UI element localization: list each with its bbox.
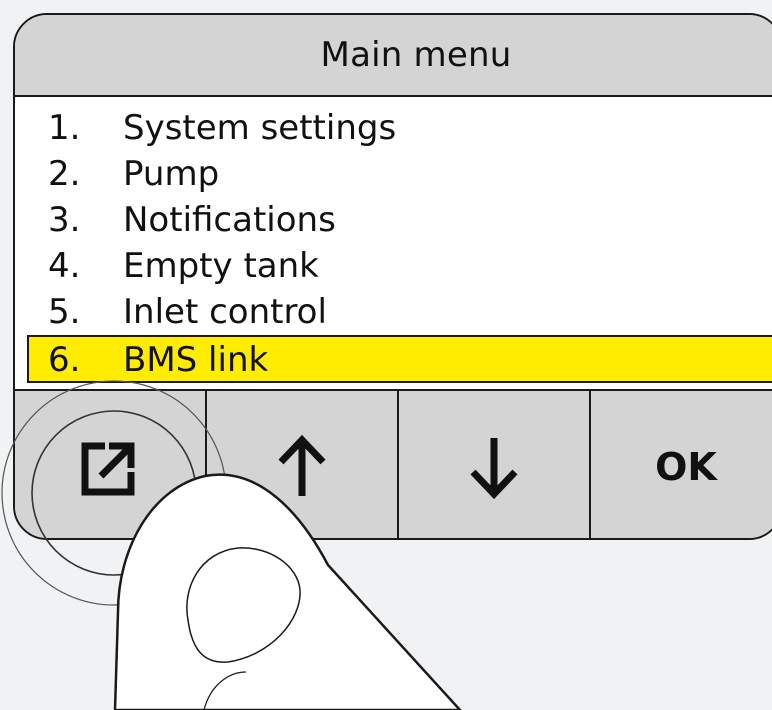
page-title: Main menu [320,35,512,75]
arrow-down-icon [470,437,518,499]
arrow-up-icon [278,434,326,496]
menu-item-label: Pump [123,154,220,194]
menu-item-bms-link[interactable]: 6. BMS link [27,335,772,383]
menu-item-number: 3. [48,200,81,240]
menu-item-label: Inlet control [123,292,327,332]
ok-button[interactable]: OK [591,391,772,538]
up-button[interactable] [207,391,399,538]
menu-item-notifications[interactable]: 3. Notifications [15,197,772,243]
down-button[interactable] [399,391,591,538]
menu-item-number: 6. [48,340,81,380]
menu-item-label: BMS link [123,340,269,380]
menu-item-number: 5. [48,292,81,332]
menu-item-system-settings[interactable]: 1. System settings [15,105,772,151]
back-button[interactable] [15,391,207,538]
menu-item-label: Notifications [123,200,336,240]
menu-item-number: 4. [48,246,81,286]
soft-key-bar: OK [15,389,772,538]
menu-item-pump[interactable]: 2. Pump [15,151,772,197]
ok-button-label: OK [655,444,717,489]
menu-item-number: 1. [48,108,81,148]
menu-item-inlet-control[interactable]: 5. Inlet control [15,289,772,335]
menu-item-label: System settings [123,108,397,148]
menu-item-empty-tank[interactable]: 4. Empty tank [15,243,772,289]
menu-item-number: 2. [48,154,81,194]
title-bar: Main menu [15,15,772,97]
exit-arrow-icon [81,442,135,495]
menu-item-label: Empty tank [123,246,319,286]
device-display: Main menu 1. System settings 2. Pump 3. … [13,13,772,540]
